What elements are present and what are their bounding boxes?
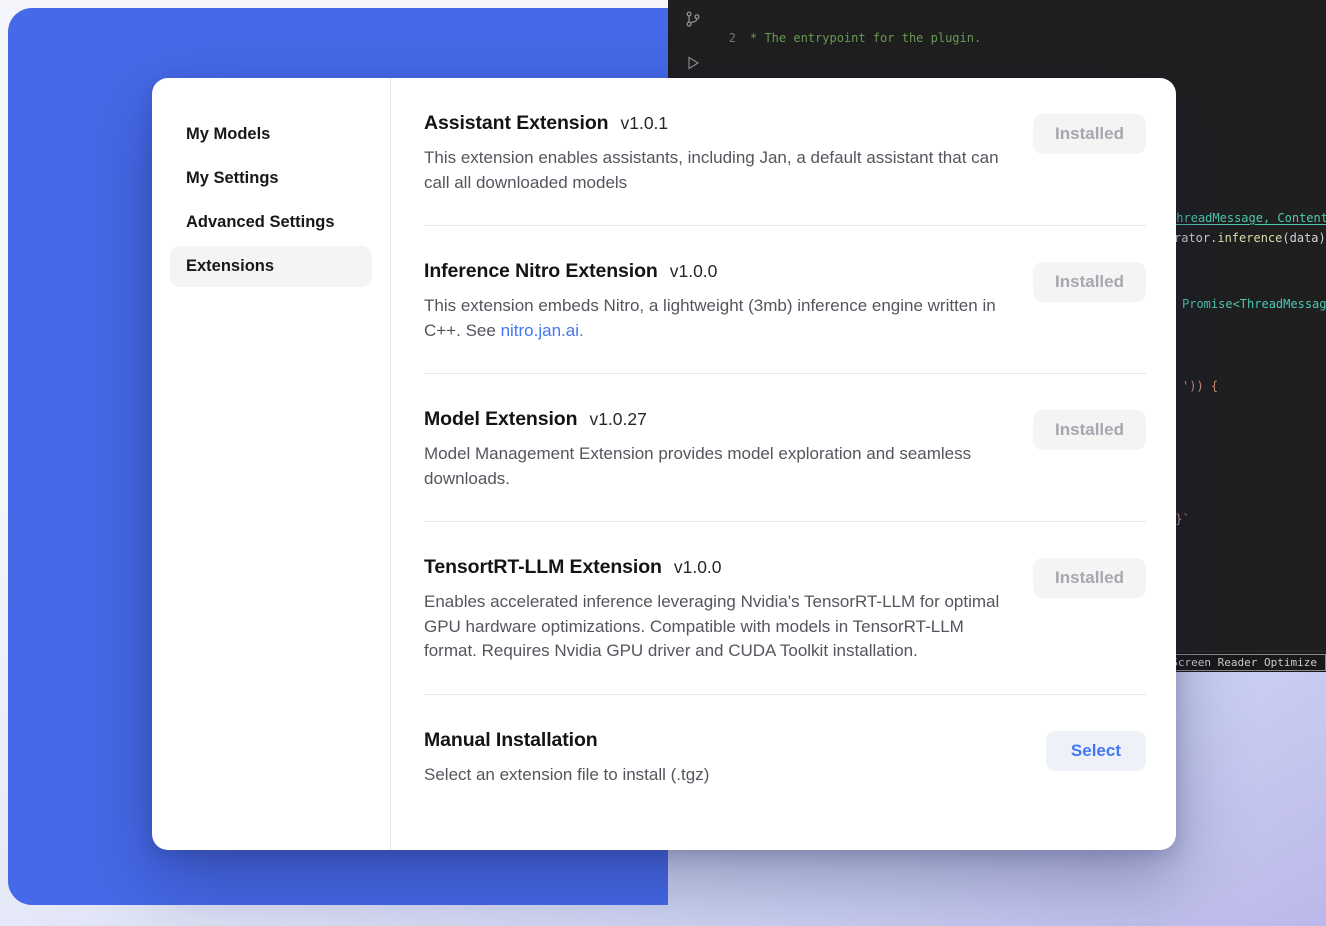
extension-version: v1.0.0 (674, 557, 722, 578)
source-control-icon[interactable] (682, 8, 704, 30)
code-fragment: ')) { (1182, 378, 1218, 394)
installed-button[interactable]: Installed (1033, 558, 1146, 598)
manual-installation-description: Select an extension file to install (.tg… (424, 763, 709, 788)
extension-description: This extension embeds Nitro, a lightweig… (424, 294, 1009, 343)
extension-title: TensortRT-LLM Extension (424, 556, 662, 579)
installed-button[interactable]: Installed (1033, 262, 1146, 302)
settings-modal: My Models My Settings Advanced Settings … (152, 78, 1176, 850)
extension-version: v1.0.1 (620, 113, 668, 134)
installed-button[interactable]: Installed (1033, 410, 1146, 450)
installed-button[interactable]: Installed (1033, 114, 1146, 154)
settings-sidebar: My Models My Settings Advanced Settings … (152, 78, 391, 850)
extension-row-model: Model Extension v1.0.27 Model Management… (424, 374, 1146, 522)
code-fragment: Promise<ThreadMessage> (1182, 296, 1326, 312)
sidebar-item-advanced-settings[interactable]: Advanced Settings (170, 202, 372, 243)
extensions-panel: Assistant Extension v1.0.1 This extensio… (391, 78, 1176, 850)
screen-reader-badge[interactable]: Screen Reader Optimize (1162, 654, 1326, 671)
sidebar-item-my-models[interactable]: My Models (170, 114, 372, 155)
extension-version: v1.0.0 (670, 261, 718, 282)
sidebar-item-extensions[interactable]: Extensions (170, 246, 372, 287)
editor-activity-bar (676, 8, 710, 74)
extension-description: This extension enables assistants, inclu… (424, 146, 1009, 195)
line-number: 2 (720, 30, 736, 47)
select-file-button[interactable]: Select (1046, 731, 1146, 771)
manual-installation-title: Manual Installation (424, 729, 598, 752)
code-fragment: rator.inference(data)); (1174, 230, 1326, 246)
code-text: * The entrypoint for the plugin. (750, 30, 981, 47)
extension-description: Model Management Extension provides mode… (424, 442, 1009, 491)
extension-description: Enables accelerated inference leveraging… (424, 590, 1009, 664)
extension-row-nitro: Inference Nitro Extension v1.0.0 This ex… (424, 226, 1146, 374)
extension-title: Model Extension (424, 408, 577, 431)
nitro-jan-ai-link[interactable]: nitro.jan.ai. (501, 321, 584, 340)
extension-title: Inference Nitro Extension (424, 260, 658, 283)
sidebar-item-my-settings[interactable]: My Settings (170, 158, 372, 199)
extension-title: Assistant Extension (424, 112, 608, 135)
run-debug-icon[interactable] (682, 52, 704, 74)
extension-row-assistant: Assistant Extension v1.0.1 This extensio… (424, 78, 1146, 226)
manual-installation-row: Manual Installation Select an extension … (424, 695, 1146, 818)
extension-version: v1.0.27 (589, 409, 646, 430)
extension-row-tensorrt: TensortRT-LLM Extension v1.0.0 Enables a… (424, 522, 1146, 695)
